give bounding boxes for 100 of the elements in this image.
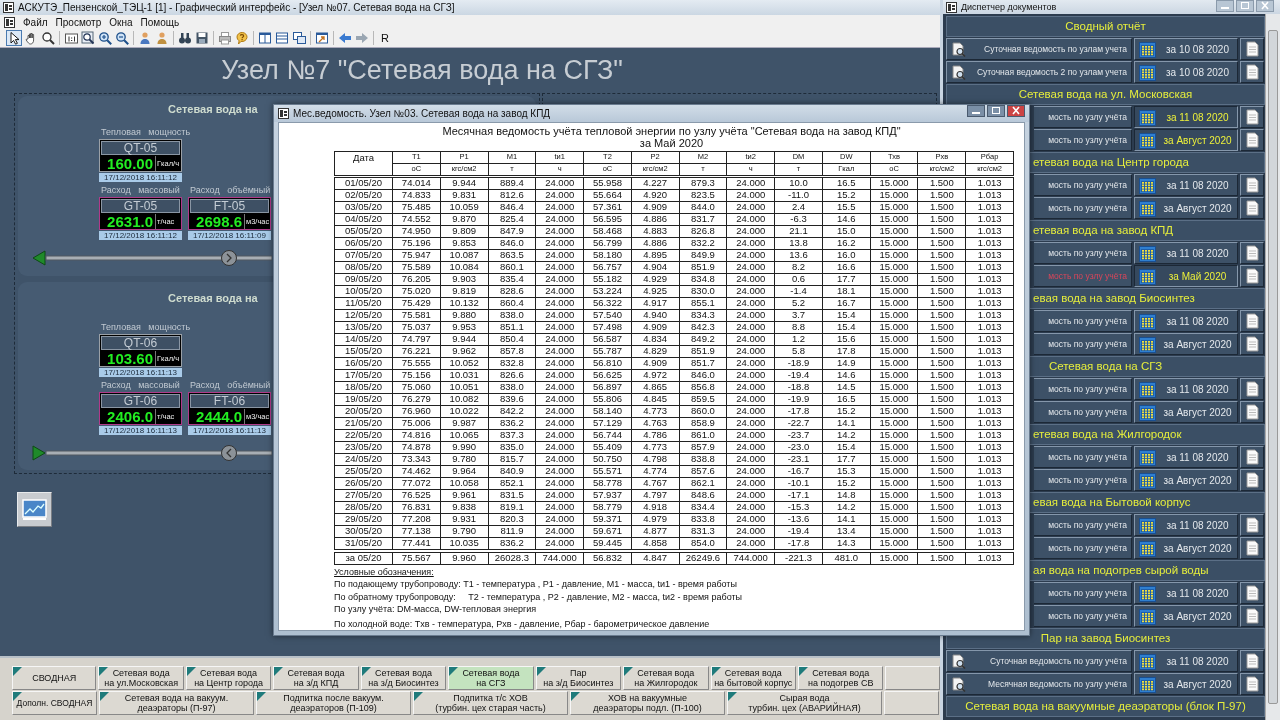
tab-button[interactable]: Дополн. СВОДНАЯ xyxy=(12,691,97,715)
date-button[interactable]: за 11 08 2020 xyxy=(1134,378,1238,400)
open-document-button[interactable] xyxy=(1240,197,1264,219)
date-button[interactable]: за Август 2020 xyxy=(1134,129,1238,151)
report-item[interactable]: мость по узлу учёта xyxy=(1034,310,1132,332)
report-item[interactable]: мость по узлу учёта xyxy=(1034,469,1132,491)
toolbar-button[interactable]: R xyxy=(377,32,393,44)
search-icon[interactable] xyxy=(40,30,56,46)
open-document-button[interactable] xyxy=(1240,174,1264,196)
date-button[interactable]: за Август 2020 xyxy=(1134,469,1238,491)
zoom-out-icon[interactable] xyxy=(114,30,130,46)
tab-button[interactable]: Сырая вода турбин. цех (АВАРИЙНАЯ) xyxy=(727,691,882,715)
tab-button[interactable]: Сетевая вода на вакуум. деаэраторы (П-97) xyxy=(99,691,254,715)
window-arrow-icon[interactable] xyxy=(314,30,330,46)
close-icon[interactable] xyxy=(1007,105,1025,117)
report-item[interactable]: мость по узлу учёта xyxy=(1034,129,1132,151)
date-button[interactable]: за Май 2020 xyxy=(1134,265,1238,287)
date-button[interactable]: за 11 08 2020 xyxy=(1134,106,1238,128)
open-document-button[interactable] xyxy=(1240,129,1264,151)
spare-button[interactable] xyxy=(885,666,941,690)
actual-size-icon[interactable] xyxy=(63,30,79,46)
help-icon[interactable] xyxy=(234,30,250,46)
open-document-button[interactable] xyxy=(1240,650,1264,672)
minimize-icon[interactable] xyxy=(967,105,985,117)
report-item[interactable]: Суточная ведомость 2 по узлам учета xyxy=(946,61,1132,83)
pointer-icon[interactable] xyxy=(6,30,22,46)
open-document-button[interactable] xyxy=(1240,673,1264,695)
zoom-in-icon[interactable] xyxy=(97,30,113,46)
report-item[interactable]: мость по узлу учёта xyxy=(1034,242,1132,264)
report-item[interactable]: Месячная ведомость по узлу учёта xyxy=(946,673,1132,695)
open-document-button[interactable] xyxy=(1240,605,1264,627)
report-item[interactable]: мость по узлу учёта xyxy=(1034,174,1132,196)
open-document-button[interactable] xyxy=(1240,537,1264,559)
tab-button[interactable]: Подпитка после вакуум. деаэраторов (П-109) xyxy=(256,691,411,715)
date-button[interactable]: за 11 08 2020 xyxy=(1134,310,1238,332)
scrollbar[interactable] xyxy=(1265,14,1280,720)
scrollbar-thumb[interactable] xyxy=(1268,30,1278,704)
date-button[interactable]: за Август 2020 xyxy=(1134,401,1238,423)
date-button[interactable]: за 10 08 2020 xyxy=(1134,38,1238,60)
tab-button[interactable]: Сетевая вода на з/д Биосинтез xyxy=(360,666,447,690)
save-icon[interactable] xyxy=(194,30,210,46)
tab-button[interactable]: Сетевая вода на СГЗ xyxy=(448,666,534,690)
open-document-button[interactable] xyxy=(1240,106,1264,128)
zoom-fit-icon[interactable] xyxy=(80,30,96,46)
date-button[interactable]: за Август 2020 xyxy=(1134,605,1238,627)
date-button[interactable]: за 11 08 2020 xyxy=(1134,514,1238,536)
open-document-button[interactable] xyxy=(1240,582,1264,604)
menu-item[interactable]: Помощь xyxy=(140,16,180,28)
tab-button[interactable]: Сетевая вода на з/д КПД xyxy=(273,666,359,690)
date-button[interactable]: за 11 08 2020 xyxy=(1134,582,1238,604)
tab-button[interactable]: Сетевая вода на Жилгородок xyxy=(623,666,709,690)
printer-icon[interactable] xyxy=(217,30,233,46)
tab-button[interactable]: Сетевая вода на ул.Московская xyxy=(98,666,184,690)
report-item[interactable]: мость по узлу учёта xyxy=(1034,401,1132,423)
chart-icon[interactable] xyxy=(17,492,52,527)
spare-button[interactable] xyxy=(884,691,939,715)
date-button[interactable]: за 11 08 2020 xyxy=(1134,242,1238,264)
maximize-icon[interactable] xyxy=(987,105,1005,117)
rows-icon[interactable] xyxy=(274,30,290,46)
open-document-button[interactable] xyxy=(1240,378,1264,400)
tab-button[interactable]: ХОВ на вакуумные деаэраторы подл. (П-100) xyxy=(570,691,725,715)
open-document-button[interactable] xyxy=(1240,333,1264,355)
report-item[interactable]: мость по узлу учёта xyxy=(1034,446,1132,468)
report-item[interactable]: мость по узлу учёта xyxy=(1034,605,1132,627)
date-button[interactable]: за 11 08 2020 xyxy=(1134,174,1238,196)
binoculars-icon[interactable] xyxy=(177,30,193,46)
windows-icon[interactable] xyxy=(291,30,307,46)
tab-button[interactable]: Пар на з/д Биосинтез xyxy=(535,666,622,690)
date-button[interactable]: за 10 08 2020 xyxy=(1134,61,1238,83)
tab-button[interactable]: Сетевая вода на подогрев СВ xyxy=(797,666,884,690)
open-document-button[interactable] xyxy=(1240,469,1264,491)
menu-item[interactable]: Просмотр xyxy=(55,16,102,28)
report-item[interactable]: мость по узлу учёта xyxy=(1034,582,1132,604)
tab-button[interactable]: СВОДНАЯ xyxy=(12,666,97,690)
report-item[interactable]: мость по узлу учёта xyxy=(1034,197,1132,219)
open-document-button[interactable] xyxy=(1240,401,1264,423)
menu-item[interactable]: Файл xyxy=(23,16,48,28)
open-document-button[interactable] xyxy=(1240,38,1264,60)
date-button[interactable]: за Август 2020 xyxy=(1134,197,1238,219)
open-document-button[interactable] xyxy=(1240,242,1264,264)
report-item[interactable]: мость по узлу учёта xyxy=(1034,537,1132,559)
menu-item[interactable]: Окна xyxy=(109,16,133,28)
open-document-button[interactable] xyxy=(1240,310,1264,332)
open-document-button[interactable] xyxy=(1240,514,1264,536)
report-item[interactable]: мость по узлу учёта xyxy=(1034,106,1132,128)
report-item[interactable]: Суточная ведомость по узлам учета xyxy=(946,38,1132,60)
report-item[interactable]: мость по узлу учёта xyxy=(1034,333,1132,355)
open-document-button[interactable] xyxy=(1240,61,1264,83)
tab-button[interactable]: Подпитка т/с ХОВ (турбин. цех старая часть) xyxy=(413,691,568,715)
columns-icon[interactable] xyxy=(257,30,273,46)
date-button[interactable]: за Август 2020 xyxy=(1134,673,1238,695)
back-arrow-icon[interactable] xyxy=(337,30,353,46)
tab-button[interactable]: Сетевая вода на Центр города xyxy=(185,666,272,690)
date-button[interactable]: за Август 2020 xyxy=(1134,537,1238,559)
open-document-button[interactable] xyxy=(1240,446,1264,468)
tab-button[interactable]: Сетевая вода на бытовой корпус xyxy=(710,666,796,690)
date-button[interactable]: за 11 08 2020 xyxy=(1134,446,1238,468)
date-button[interactable]: за Август 2020 xyxy=(1134,333,1238,355)
report-item[interactable]: мость по узлу учёта xyxy=(1034,378,1132,400)
date-button[interactable]: за 11 08 2020 xyxy=(1134,650,1238,672)
